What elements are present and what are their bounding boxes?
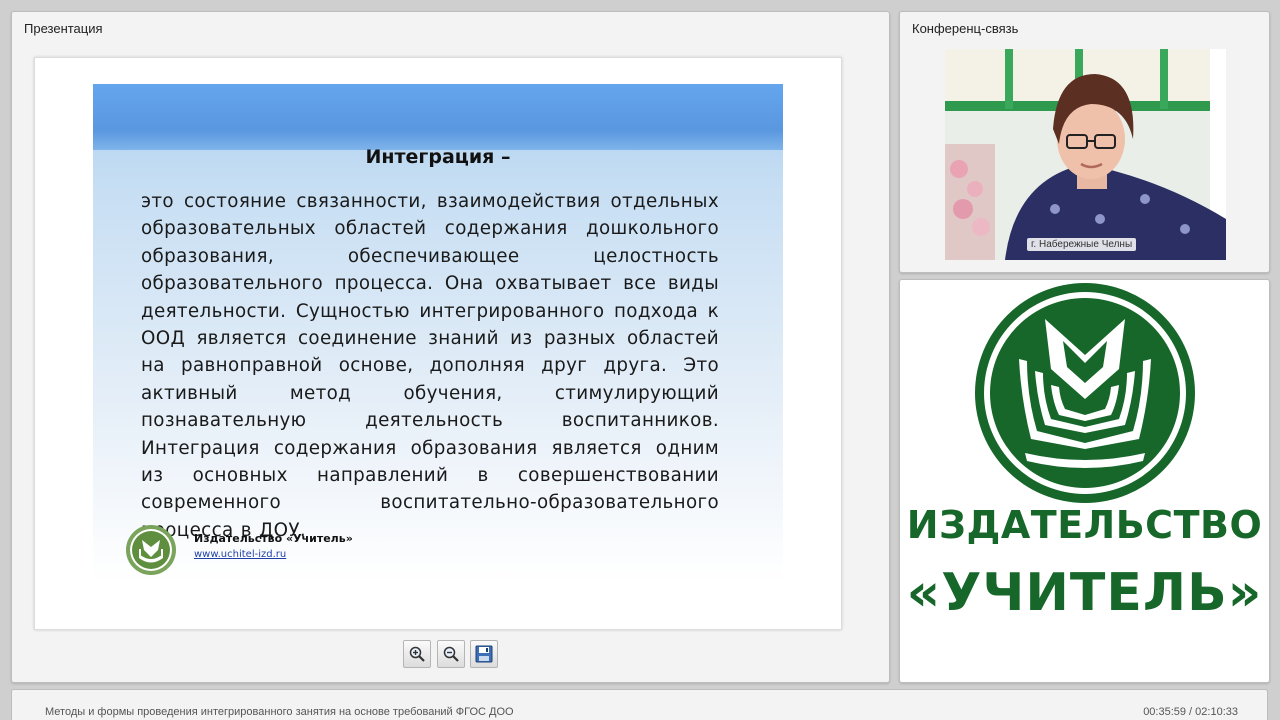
floppy-disk-icon [475,645,493,663]
save-button[interactable] [470,640,498,668]
brand-name-line1: ИЗДАТЕЛЬСТВО [906,503,1263,547]
conference-panel: Конференц-связь г. Набережные Челны [899,11,1270,273]
slide-heading: Интеграция – [365,146,511,168]
slide-header-band [93,84,783,150]
webinar-title: Методы и формы проведения интегрированно… [45,706,514,718]
uchitel-logo-icon [975,283,1195,503]
conference-panel-title: Конференц-связь [912,21,1019,36]
slide-body-text: это состояние связанности, взаимодействи… [141,191,719,541]
presentation-panel-title: Презентация [24,21,103,36]
video-location-caption: г. Набережные Челны [1027,238,1137,251]
slide-publisher-name: Издательство «Учитель» [194,532,353,545]
presentation-panel: Презентация Интеграция – это состояние с… [11,11,890,683]
magnifier-minus-icon [443,646,459,662]
slide: Интеграция – это состояние связанности, … [93,84,783,582]
slide-frame: Интеграция – это состояние связанности, … [34,57,842,630]
zoom-out-button[interactable] [437,640,465,668]
footer-bar: Методы и формы проведения интегрированно… [11,689,1268,720]
zoom-in-button[interactable] [403,640,431,668]
video-frame-image [945,49,1226,260]
slide-publisher-link[interactable]: www.uchitel-izd.ru [194,549,286,560]
publisher-logo-icon [126,525,176,575]
video-feed[interactable]: г. Набережные Челны [945,49,1226,260]
brand-name-line2: «УЧИТЕЛЬ» [906,563,1263,623]
magnifier-plus-icon [409,646,425,662]
playback-time: 00:35:59 / 02:10:33 [1143,706,1238,718]
publisher-logo-panel: ИЗДАТЕЛЬСТВО «УЧИТЕЛЬ» [899,279,1270,683]
